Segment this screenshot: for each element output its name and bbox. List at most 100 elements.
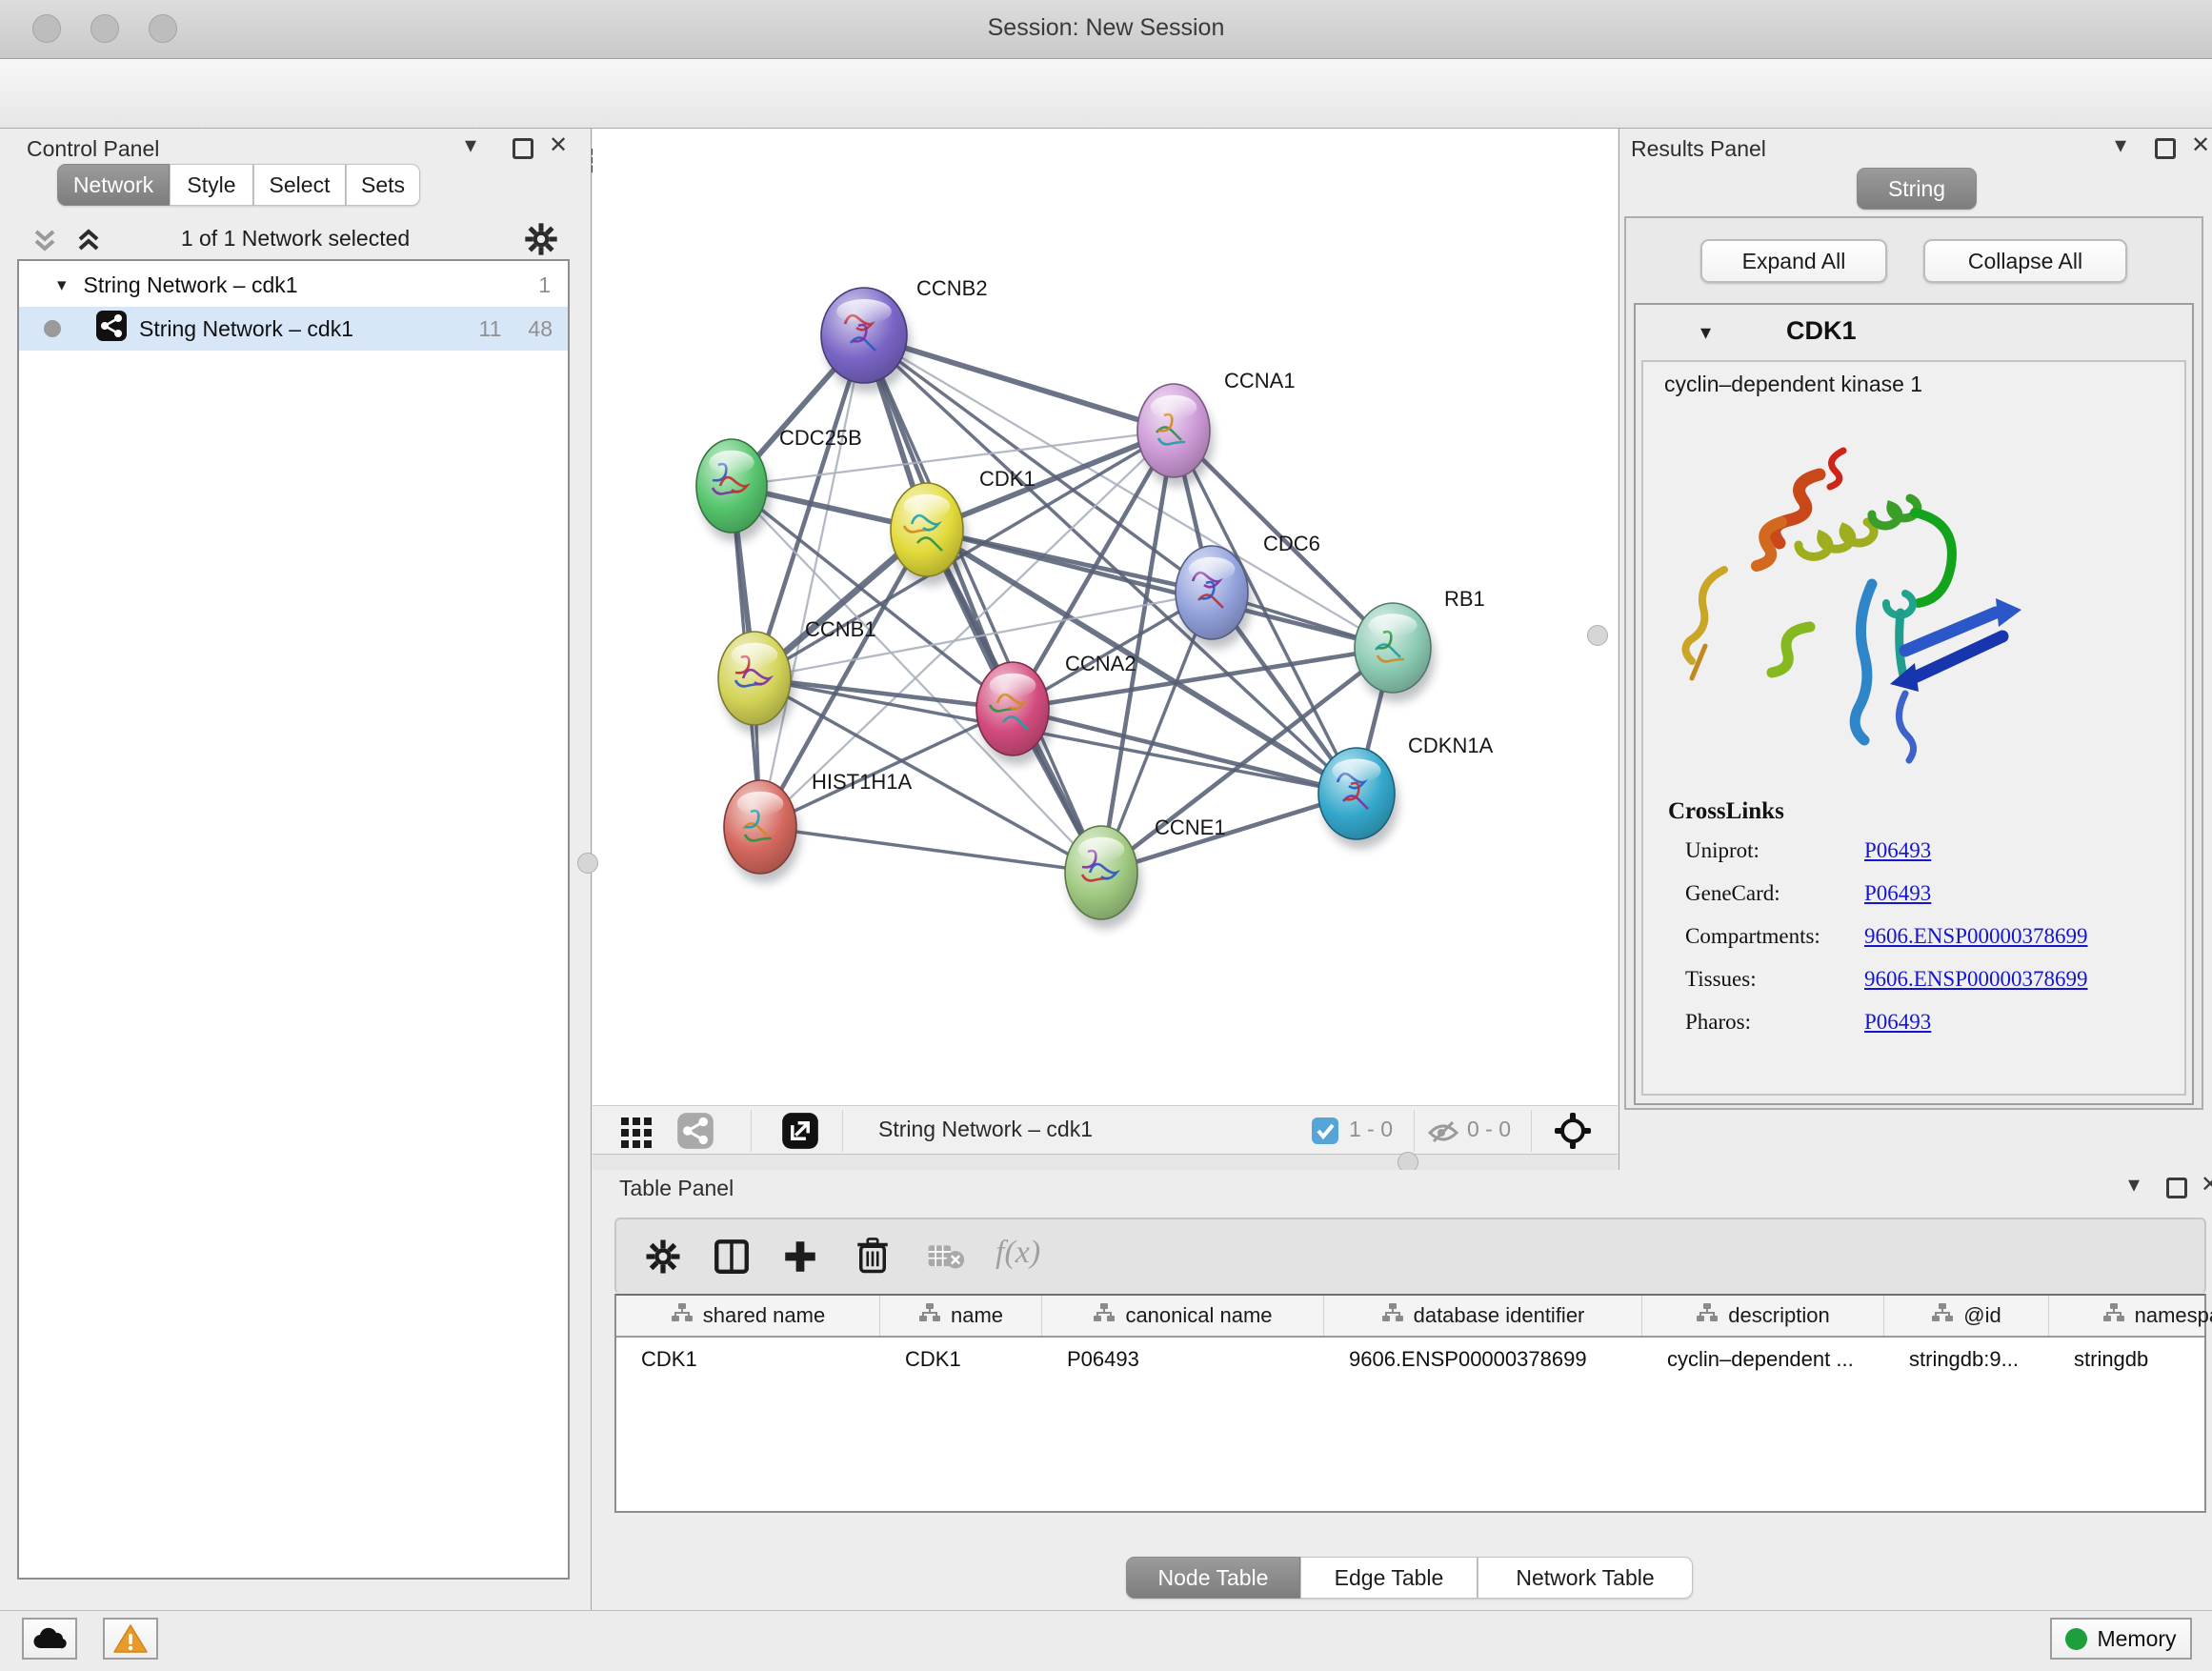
crosshair-move-icon[interactable] [1553, 1111, 1593, 1156]
column-header-database-identifier[interactable]: database identifier [1324, 1296, 1642, 1336]
control-panel-float-icon[interactable] [513, 138, 533, 159]
network-collection-row[interactable]: ▾ String Network – cdk1 1 [19, 263, 568, 307]
results-panel-close-icon[interactable]: ✕ [2191, 133, 2210, 158]
edge-CCNA2-HIST1H1A[interactable] [760, 709, 1013, 827]
tab-string[interactable]: String [1857, 168, 1977, 210]
node-CDKN1A[interactable] [1318, 748, 1398, 849]
delete-column-trash-icon[interactable] [853, 1235, 893, 1279]
table-header-row: shared namenamecanonical namedatabase id… [616, 1296, 2204, 1338]
node-CCNA2[interactable] [976, 662, 1053, 765]
results-panel-float-icon[interactable] [2155, 138, 2176, 159]
control-panel: Control Panel ▾ ✕ Network Style Select S… [0, 129, 592, 1610]
table-cell[interactable]: stringdb [2049, 1338, 2212, 1381]
table-cell[interactable]: cyclin–dependent ... [1642, 1338, 1884, 1381]
crosslink-value-link[interactable]: P06493 [1864, 838, 1931, 862]
results-panel: Results Panel ▾ ✕ String Expand All Coll… [1619, 129, 2212, 1170]
table-settings-gear-icon[interactable] [643, 1237, 683, 1281]
left-splitter-handle[interactable] [577, 853, 598, 874]
tab-select[interactable]: Select [253, 164, 346, 206]
hidden-node-edge-counts: 0 - 0 [1467, 1117, 1511, 1142]
network-canvas[interactable]: CCNB2CCNA1CDC25BCDK1CDC6RB1CCNB1CCNA2CDK… [593, 129, 1618, 1105]
main-toolbar: ? [0, 59, 2212, 129]
view-grid-icon[interactable] [619, 1114, 654, 1153]
node-label-CDC6: CDC6 [1263, 532, 1320, 555]
right-splitter-handle[interactable] [1587, 625, 1608, 646]
node-label-RB1: RB1 [1444, 587, 1485, 611]
table-body: CDK1CDK1P064939606.ENSP00000378699cyclin… [616, 1338, 2204, 1381]
control-panel-menu-icon[interactable]: ▾ [465, 133, 476, 158]
collection-count: 1 [538, 272, 551, 298]
crosslink-value-link[interactable]: P06493 [1864, 881, 1931, 905]
tab-style[interactable]: Style [170, 164, 253, 206]
node-RB1[interactable] [1355, 603, 1435, 702]
table-cell[interactable]: CDK1 [616, 1338, 880, 1381]
protein-structure-image [1662, 408, 2043, 789]
expand-all-button[interactable]: Expand All [1700, 239, 1887, 283]
tab-edge-table[interactable]: Edge Table [1300, 1557, 1478, 1599]
table-cell[interactable]: CDK1 [880, 1338, 1042, 1381]
column-header-namespace[interactable]: namespace [2049, 1296, 2212, 1336]
crosslink-value-link[interactable]: 9606.ENSP00000378699 [1864, 967, 2088, 991]
string-results-container: Expand All Collapse All ▾ CDK1 cyclin–de… [1624, 216, 2203, 1110]
network-options-gear-icon[interactable] [522, 220, 560, 263]
expand-all-networks-icon[interactable] [29, 224, 61, 261]
table-cell[interactable]: stringdb:9... [1884, 1338, 2049, 1381]
tab-network[interactable]: Network [57, 164, 170, 206]
tab-sets[interactable]: Sets [346, 164, 420, 206]
table-panel-menu-icon[interactable]: ▾ [2128, 1173, 2140, 1198]
control-panel-close-icon[interactable]: ✕ [549, 133, 568, 158]
node-HIST1H1A[interactable] [724, 780, 800, 883]
network-view-title: String Network – cdk1 [878, 1117, 1093, 1142]
selected-checkbox-icon[interactable] [1311, 1117, 1339, 1150]
crosslink-value-link[interactable]: P06493 [1864, 1010, 1931, 1034]
column-header-shared-name[interactable]: shared name [616, 1296, 880, 1336]
crosslink-label: Tissues: [1685, 967, 1864, 992]
table-panel-title: Table Panel [619, 1176, 734, 1201]
table-panel-close-icon[interactable]: ✕ [2201, 1173, 2212, 1198]
edge-HIST1H1A-CCNE1[interactable] [760, 827, 1101, 873]
open-view-icon[interactable] [781, 1112, 819, 1155]
view-string-badge-icon[interactable] [676, 1112, 714, 1155]
edge-CDKN1A-CCNE1[interactable] [1101, 794, 1357, 873]
memory-button[interactable]: Memory [2050, 1618, 2192, 1660]
column-header-name[interactable]: name [880, 1296, 1042, 1336]
tree-expand-icon[interactable]: ▾ [57, 274, 67, 296]
add-column-icon[interactable] [780, 1237, 820, 1281]
collapse-all-button[interactable]: Collapse All [1923, 239, 2127, 283]
gene-description: cyclin–dependent kinase 1 [1664, 372, 1922, 397]
gene-collapse-icon[interactable]: ▾ [1700, 320, 1711, 345]
hidden-eye-icon [1427, 1115, 1459, 1152]
results-panel-menu-icon[interactable]: ▾ [2115, 133, 2126, 158]
tab-network-table[interactable]: Network Table [1478, 1557, 1693, 1599]
node-CCNE1[interactable] [1065, 826, 1141, 929]
table-cell[interactable]: P06493 [1042, 1338, 1324, 1381]
crosslink-label: Pharos: [1685, 1010, 1864, 1035]
cloud-icon [31, 1625, 68, 1652]
crosslink-value-link[interactable]: 9606.ENSP00000378699 [1864, 924, 2088, 948]
table-row[interactable]: CDK1CDK1P064939606.ENSP00000378699cyclin… [616, 1338, 2204, 1381]
results-panel-title: Results Panel [1631, 136, 1766, 162]
column-type-icon [1093, 1302, 1116, 1329]
tab-node-table[interactable]: Node Table [1126, 1557, 1300, 1599]
column-header-description[interactable]: description [1642, 1296, 1884, 1336]
column-header--id[interactable]: @id [1884, 1296, 2049, 1336]
table-cell[interactable]: 9606.ENSP00000378699 [1324, 1338, 1642, 1381]
show-columns-icon[interactable] [712, 1237, 752, 1281]
node-CCNB2[interactable] [821, 288, 911, 393]
crosslink-row: Uniprot:P06493 [1685, 838, 1931, 863]
network-graph[interactable]: CCNB2CCNA1CDC25BCDK1CDC6RB1CCNB1CCNA2CDK… [593, 129, 1618, 1105]
edge-CCNB2-HIST1H1A[interactable] [760, 335, 864, 827]
warning-status-button[interactable] [103, 1618, 158, 1660]
cloud-status-button[interactable] [22, 1618, 77, 1660]
edge-CDK1-RB1[interactable] [927, 530, 1393, 648]
table-panel-float-icon[interactable] [2166, 1178, 2187, 1198]
node-CCNB1[interactable] [718, 632, 794, 735]
gene-details-box: cyclin–dependent kinase 1 [1641, 360, 2186, 1096]
collapse-all-networks-icon[interactable] [72, 224, 105, 261]
status-bar: Memory [0, 1610, 2212, 1671]
column-type-icon [1381, 1302, 1404, 1329]
statusbar-separator [751, 1110, 752, 1152]
column-header-canonical-name[interactable]: canonical name [1042, 1296, 1324, 1336]
network-row-selected[interactable]: String Network – cdk1 11 48 [19, 307, 568, 351]
node-label-CCNE1: CCNE1 [1155, 815, 1226, 839]
